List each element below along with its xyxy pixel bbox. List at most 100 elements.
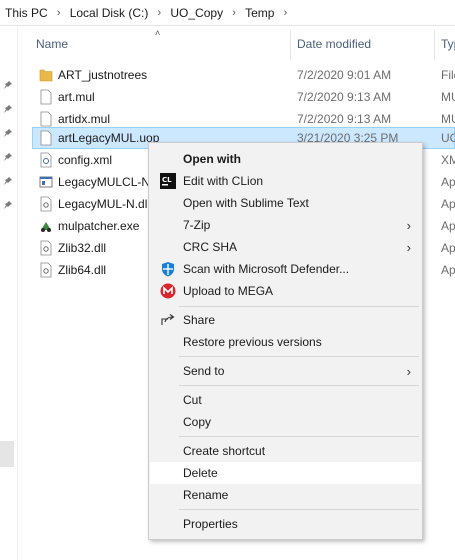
menu-item-label: Open with Sublime Text (183, 196, 309, 210)
file-type: Ap (441, 263, 455, 277)
submenu-arrow-icon: › (406, 217, 411, 233)
menu-item-open-with-sublime[interactable]: Open with Sublime Text (150, 192, 421, 214)
column-header-type[interactable]: Typ (441, 26, 455, 62)
file-name: ART_justnotrees (58, 68, 148, 82)
menu-item-label: 7-Zip (183, 218, 211, 232)
menu-item-delete[interactable]: Delete (150, 462, 421, 484)
dll-file-icon (40, 196, 52, 212)
breadcrumb-local-disk[interactable]: Local Disk (C:) (70, 6, 149, 20)
column-divider[interactable] (290, 30, 291, 60)
file-icon (40, 130, 52, 146)
file-type: MU (441, 90, 455, 104)
pin-icon (4, 201, 12, 209)
menu-item-create-shortcut[interactable]: Create shortcut (150, 440, 421, 462)
file-type: File (441, 68, 455, 82)
exe-icon (41, 222, 51, 232)
sort-ascending-icon: ˄ (155, 28, 161, 38)
menu-item-share[interactable]: Share (150, 309, 421, 331)
mega-icon (160, 283, 176, 299)
file-type: Ap (441, 197, 455, 211)
file-type: XM (441, 153, 455, 167)
column-header-date[interactable]: Date modified (297, 26, 371, 62)
navigation-pane (0, 26, 18, 560)
breadcrumb-this-pc[interactable]: This PC (5, 6, 48, 20)
menu-separator (179, 509, 419, 510)
context-menu: Open with CL Edit with CLion Open with S… (148, 142, 423, 540)
menu-item-label: Edit with CLion (183, 174, 264, 188)
menu-item-label: Send to (183, 364, 225, 378)
breadcrumb: This PC › Local Disk (C:) › UO_Copy › Te… (0, 0, 455, 26)
file-name: Zlib32.dll (58, 241, 107, 255)
file-type: Ap (441, 175, 455, 189)
chevron-right-icon[interactable]: › (52, 7, 66, 19)
file-type: MU (441, 112, 455, 126)
file-date: 7/2/2020 9:13 AM (297, 90, 392, 104)
share-icon (161, 314, 175, 325)
column-header-name-label: Name (36, 37, 69, 51)
menu-separator (179, 385, 419, 386)
pin-icon (4, 129, 12, 137)
file-name: art.mul (58, 90, 95, 104)
menu-item-label: Share (183, 313, 216, 327)
menu-item-label: Restore previous versions (183, 335, 322, 349)
folder-icon (39, 69, 53, 82)
menu-item-label: Rename (183, 488, 229, 502)
file-name: artidx.mul (58, 112, 111, 126)
pin-icon (4, 81, 12, 89)
chevron-right-icon[interactable]: › (152, 7, 166, 19)
menu-item-send-to[interactable]: Send to › (150, 360, 421, 382)
menu-item-edit-with-clion[interactable]: CL Edit with CLion (150, 170, 421, 192)
file-name: LegacyMUL-N.dll (58, 197, 151, 211)
menu-item-restore-previous[interactable]: Restore previous versions (150, 331, 421, 353)
defender-shield-icon (162, 262, 174, 277)
menu-item-upload-mega[interactable]: Upload to MEGA (150, 280, 421, 302)
menu-item-open-with[interactable]: Open with (150, 148, 421, 170)
column-header-date-label: Date modified (297, 37, 372, 51)
file-icon (40, 111, 52, 127)
pin-icon (4, 177, 12, 185)
menu-item-label: Copy (183, 415, 212, 429)
submenu-arrow-icon: › (406, 363, 411, 379)
chevron-right-icon[interactable]: › (227, 7, 241, 19)
xml-file-icon (40, 152, 52, 168)
menu-item-label: Open with (183, 152, 241, 166)
menu-item-copy[interactable]: Copy (150, 411, 421, 433)
file-row[interactable]: ART_justnotrees 7/2/2020 9:01 AM File (32, 64, 455, 86)
svg-text:CL: CL (162, 176, 172, 184)
nav-selected-item[interactable] (0, 441, 14, 467)
menu-separator (179, 436, 419, 437)
menu-item-scan-defender[interactable]: Scan with Microsoft Defender... (150, 258, 421, 280)
menu-item-label: Properties (183, 517, 238, 531)
menu-item-label: Delete (183, 466, 218, 480)
pin-icon (4, 153, 12, 161)
menu-item-cut[interactable]: Cut (150, 389, 421, 411)
menu-item-label: Upload to MEGA (183, 284, 274, 298)
column-header-name[interactable]: Name (36, 26, 68, 62)
menu-item-label: Scan with Microsoft Defender... (183, 262, 350, 276)
file-name: config.xml (58, 153, 113, 167)
column-header-type-label: Typ (441, 37, 455, 51)
file-type: Ap (441, 219, 455, 233)
file-type: Ap (441, 241, 455, 255)
file-name: mulpatcher.exe (58, 219, 140, 233)
column-divider[interactable] (434, 30, 435, 60)
menu-item-crc-sha[interactable]: CRC SHA › (150, 236, 421, 258)
dll-file-icon (40, 240, 52, 256)
breadcrumb-uo-copy[interactable]: UO_Copy (170, 6, 223, 20)
file-name: Zlib64.dll (58, 263, 107, 277)
app-window-icon (39, 176, 53, 188)
file-row[interactable]: art.mul 7/2/2020 9:13 AM MU (32, 86, 455, 108)
menu-item-rename[interactable]: Rename (150, 484, 421, 506)
breadcrumb-temp[interactable]: Temp (245, 6, 274, 20)
chevron-right-icon[interactable]: › (278, 7, 292, 19)
menu-item-label: Create shortcut (183, 444, 266, 458)
menu-item-7zip[interactable]: 7-Zip › (150, 214, 421, 236)
menu-separator (179, 306, 419, 307)
menu-item-properties[interactable]: Properties (150, 513, 421, 535)
menu-item-label: Cut (183, 393, 202, 407)
dll-file-icon (40, 262, 52, 278)
pin-icon (4, 105, 12, 113)
file-icon (40, 89, 52, 105)
submenu-arrow-icon: › (406, 239, 411, 255)
file-type: UO (441, 131, 455, 145)
